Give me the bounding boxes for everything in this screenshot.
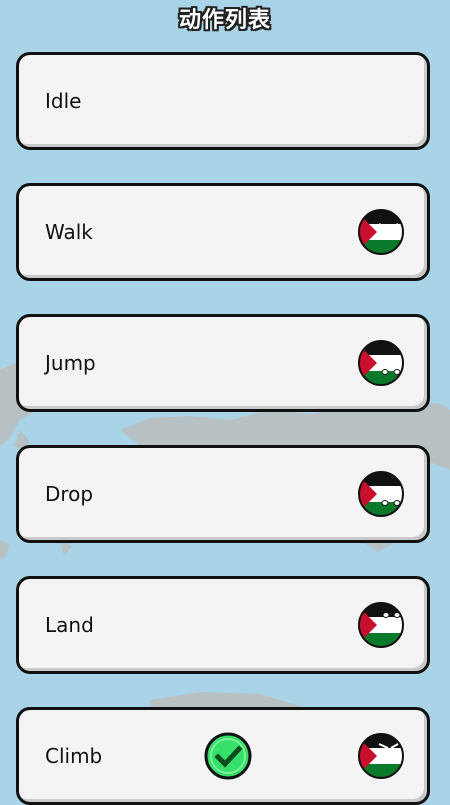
action-label: Jump [45,351,96,375]
action-label: Walk [45,220,93,244]
action-item-drop[interactable]: Drop [16,445,430,543]
action-label: Land [45,613,94,637]
action-item-walk[interactable]: Walk [16,183,430,281]
page-title: 动作列表 [178,8,271,33]
action-item-land[interactable]: Land [16,576,430,674]
action-list: Idle Walk Jump Drop Land Climb [0,0,450,805]
palestine-ball-icon [358,733,404,779]
palestine-ball-icon [358,602,404,648]
checkmark-icon [204,732,252,780]
action-item-idle[interactable]: Idle [16,52,430,150]
action-label: Idle [45,89,82,113]
palestine-ball-icon [358,209,404,255]
palestine-ball-icon [358,340,404,386]
action-item-climb[interactable]: Climb [16,707,430,805]
action-label: Climb [45,744,103,768]
action-label: Drop [45,482,94,506]
palestine-ball-icon [358,471,404,517]
action-item-jump[interactable]: Jump [16,314,430,412]
